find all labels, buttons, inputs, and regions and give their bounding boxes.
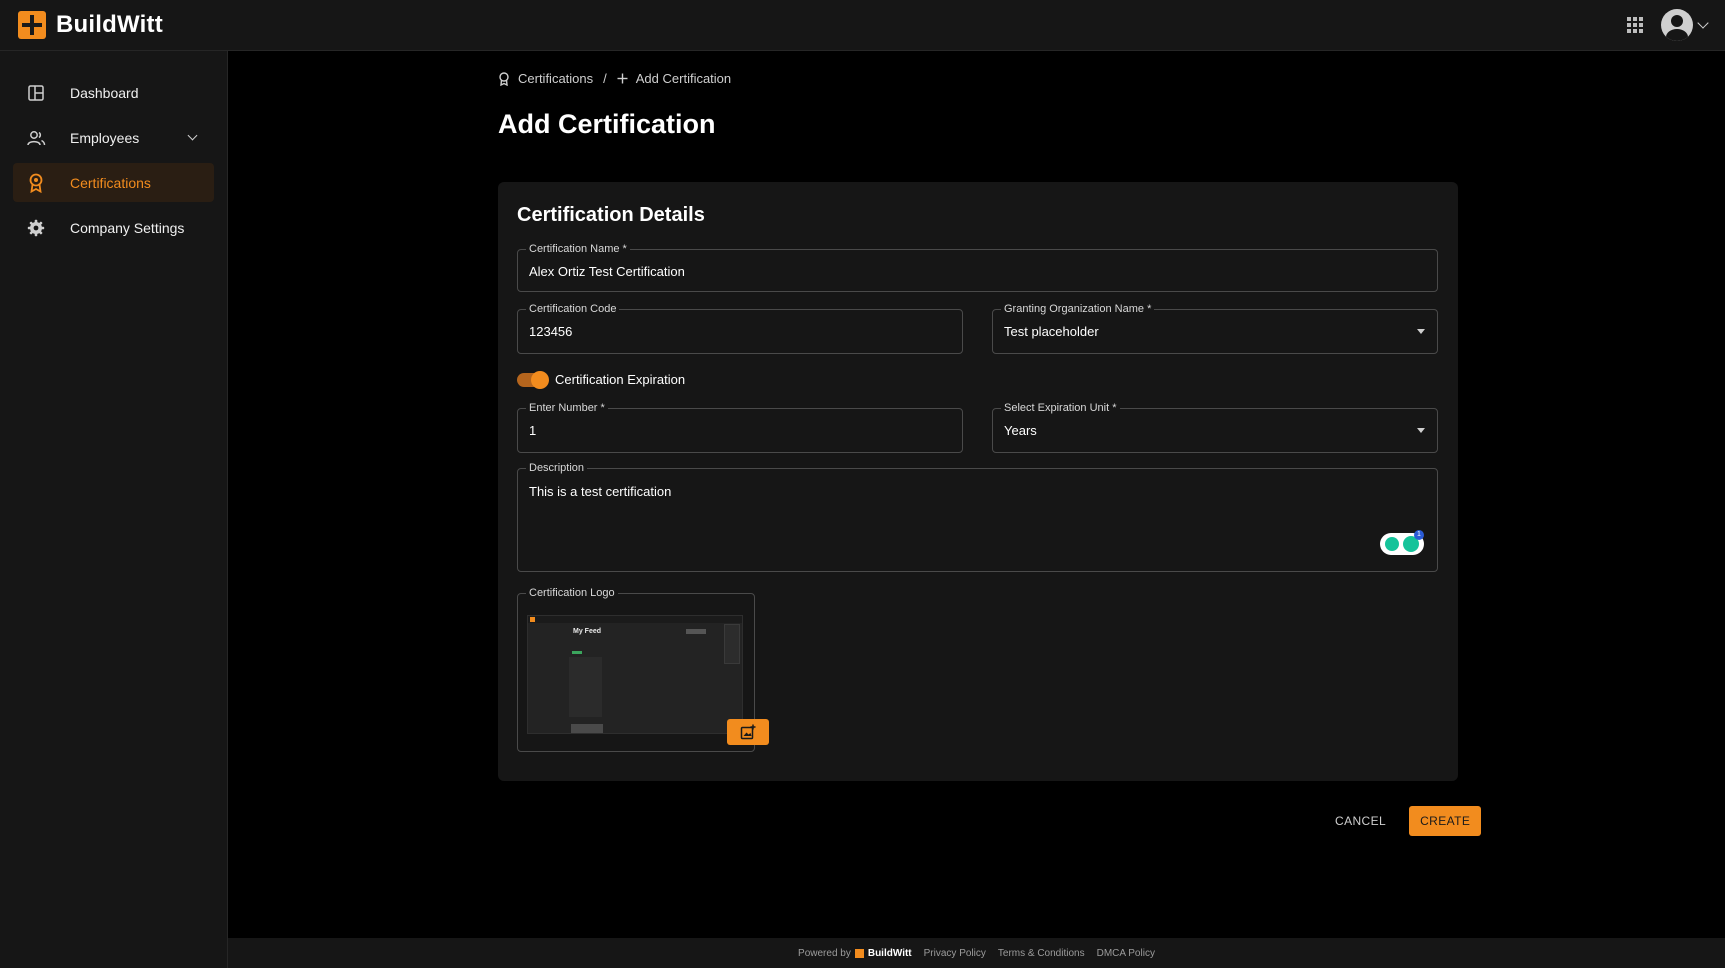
gear-icon [26, 218, 46, 238]
certification-expiration-toggle[interactable] [517, 370, 549, 389]
powered-by: Powered by BuildWitt [798, 948, 912, 959]
plus-icon [617, 73, 628, 84]
privacy-policy-link[interactable]: Privacy Policy [924, 948, 986, 959]
cancel-button[interactable]: CANCEL [1326, 807, 1395, 835]
powered-by-text: Powered by [798, 947, 851, 959]
users-icon [26, 128, 46, 148]
certification-code-field[interactable]: Certification Code 123456 [517, 303, 963, 354]
thumbnail-button [686, 629, 706, 634]
thumbnail-logo [530, 617, 535, 622]
dropdown-arrow-icon[interactable] [1417, 428, 1425, 433]
app-root: BuildWitt Dashboard Employees Certificat… [0, 0, 1725, 968]
field-label: Certification Code [526, 303, 620, 316]
section-title: Certification Details [517, 204, 705, 226]
sidebar-item-dashboard[interactable]: Dashboard [13, 73, 214, 112]
thumbnail-side-panel [724, 624, 740, 664]
brand-name: BuildWitt [56, 11, 163, 38]
brand-logo-icon [854, 948, 864, 958]
logo-thumbnail: My Feed [527, 615, 743, 734]
brand-logo-icon [18, 11, 46, 39]
field-label: Granting Organization Name * [1001, 303, 1155, 316]
top-actions [1627, 9, 1709, 41]
sidebar-item-certifications[interactable]: Certifications [13, 163, 214, 202]
account-menu[interactable] [1661, 9, 1709, 41]
enter-number-field[interactable]: Enter Number * 1 [517, 402, 963, 453]
field-value[interactable]: Alex Ortiz Test Certification [529, 264, 685, 279]
grammarly-icon[interactable]: 1 [1380, 530, 1424, 555]
certification-logo-field: Certification Logo My Feed [517, 587, 769, 752]
breadcrumb-current: Add Certification [635, 71, 732, 86]
breadcrumb-link-certifications[interactable]: Certifications [518, 71, 593, 86]
grammarly-logo-icon: 1 [1403, 530, 1424, 552]
sidebar-item-label: Certifications [70, 174, 151, 191]
field-value[interactable]: Years [1004, 423, 1037, 438]
granting-organization-select[interactable]: Granting Organization Name * Test placeh… [992, 303, 1438, 354]
award-icon [499, 71, 509, 86]
breadcrumb-separator: / [603, 71, 607, 86]
sidebar-item-company-settings[interactable]: Company Settings [13, 208, 214, 247]
thumbnail-title: My Feed [573, 628, 602, 635]
field-value[interactable]: Test placeholder [1004, 324, 1099, 339]
field-label: Certification Name * [526, 243, 630, 256]
field-label: Enter Number * [526, 402, 608, 415]
upload-logo-button[interactable] [727, 719, 769, 745]
toggle-label: Certification Expiration [555, 372, 686, 387]
apps-grid-icon[interactable] [1627, 17, 1643, 33]
dmca-policy-link[interactable]: DMCA Policy [1097, 948, 1155, 959]
certification-details-card: Certification Details Certification Name… [498, 182, 1458, 781]
dropdown-arrow-icon[interactable] [1417, 329, 1425, 334]
certification-name-field[interactable]: Certification Name * Alex Ortiz Test Cer… [517, 243, 1438, 292]
field-label: Description [526, 462, 588, 475]
page-title: Add Certification [498, 109, 716, 139]
brand[interactable]: BuildWitt [18, 11, 163, 39]
top-bar: BuildWitt [0, 0, 1725, 51]
certification-expiration-toggle-row: Certification Expiration [517, 370, 686, 389]
thumbnail-nav [528, 616, 742, 623]
thumbnail-post [569, 657, 602, 717]
sidebar-item-employees[interactable]: Employees [13, 118, 214, 157]
field-value[interactable]: This is a test certification [529, 484, 671, 499]
sidebar-item-label: Employees [70, 129, 140, 146]
form-actions: CANCEL CREATE [1326, 806, 1482, 836]
main-content: Certifications / Add Certification Add C… [228, 51, 1725, 938]
sidebar-item-label: Dashboard [70, 84, 139, 101]
breadcrumb: Certifications / Add Certification [498, 71, 731, 86]
grammarly-badge-count: 1 [1414, 530, 1424, 540]
description-textarea[interactable]: Description This is a test certification… [517, 462, 1438, 572]
avatar [1661, 9, 1693, 41]
expiration-unit-select[interactable]: Select Expiration Unit * Years [992, 402, 1438, 453]
thumbnail-image [571, 724, 603, 733]
field-value[interactable]: 123456 [529, 324, 572, 339]
grammarly-bulb-icon [1385, 537, 1399, 551]
terms-conditions-link[interactable]: Terms & Conditions [998, 948, 1085, 959]
chevron-down-icon[interactable] [187, 130, 198, 141]
field-label: Select Expiration Unit * [1001, 402, 1120, 415]
sidebar-item-label: Company Settings [70, 219, 185, 236]
sidebar: Dashboard Employees Certifications Compa… [0, 51, 228, 968]
field-label: Certification Logo [526, 587, 618, 600]
create-button[interactable]: CREATE [1409, 806, 1482, 836]
footer-brand: BuildWitt [867, 947, 912, 959]
field-value[interactable]: 1 [529, 423, 536, 438]
chevron-down-icon [1697, 17, 1709, 29]
dashboard-icon [26, 83, 46, 103]
footer: Powered by BuildWitt Privacy Policy Term… [228, 938, 1725, 968]
thumbnail-tag [572, 651, 582, 654]
award-icon [26, 173, 46, 193]
add-photo-icon [740, 724, 756, 740]
